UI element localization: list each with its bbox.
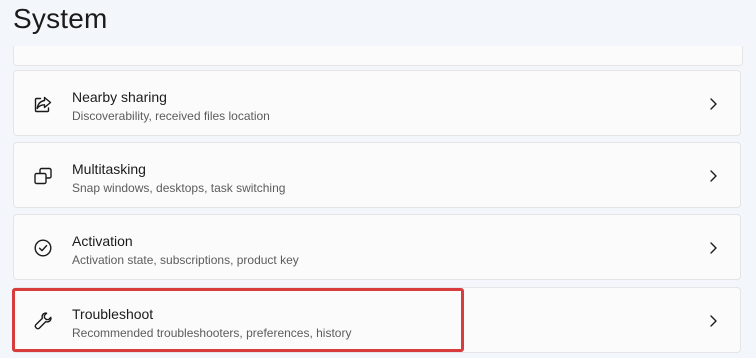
- share-icon: [32, 93, 54, 115]
- activation-check-icon: [32, 237, 54, 259]
- wrench-icon: [32, 310, 54, 332]
- card-partial-above: [13, 46, 743, 66]
- card-subtitle: Snap windows, desktops, task switching: [72, 181, 286, 195]
- card-subtitle: Recommended troubleshooters, preferences…: [72, 326, 352, 340]
- card-subtitle: Activation state, subscriptions, product…: [72, 253, 299, 267]
- setting-card-activation[interactable]: Activation Activation state, subscriptio…: [13, 214, 741, 280]
- card-title: Troubleshoot: [72, 306, 154, 322]
- card-title: Nearby sharing: [72, 89, 167, 105]
- card-title: Activation: [72, 233, 133, 249]
- multitasking-icon: [32, 165, 54, 187]
- chevron-right-icon: [708, 314, 718, 328]
- card-title: Multitasking: [72, 161, 146, 177]
- setting-card-troubleshoot[interactable]: Troubleshoot Recommended troubleshooters…: [13, 287, 741, 353]
- page-title: System: [13, 3, 108, 34]
- chevron-right-icon: [708, 241, 718, 255]
- chevron-right-icon: [708, 169, 718, 183]
- card-subtitle: Discoverability, received files location: [72, 109, 270, 123]
- setting-card-nearby-sharing[interactable]: Nearby sharing Discoverability, received…: [13, 70, 741, 136]
- setting-card-multitasking[interactable]: Multitasking Snap windows, desktops, tas…: [13, 142, 741, 208]
- chevron-right-icon: [708, 97, 718, 111]
